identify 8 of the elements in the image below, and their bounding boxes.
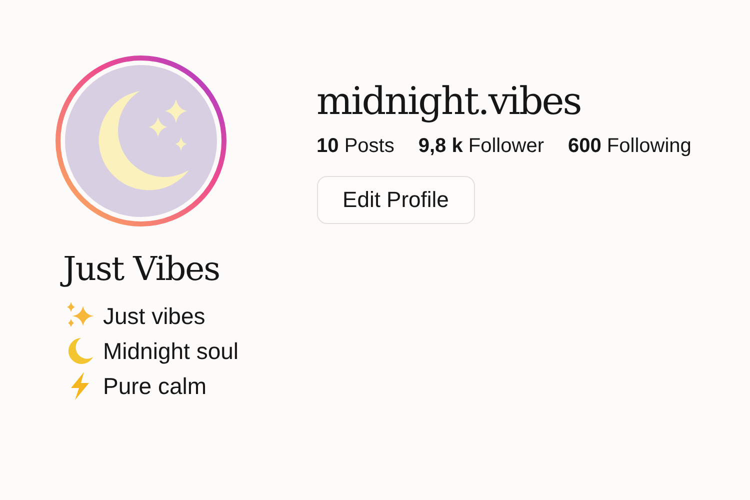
edit-profile-button[interactable]: Edit Profile <box>316 176 475 224</box>
bio-line: Pure calm <box>103 372 207 400</box>
bio-line: Just vibes <box>103 302 206 330</box>
bio-line: Midnight soul <box>103 338 239 364</box>
stat-count: 600 Following <box>568 135 692 158</box>
stat-count: 9,8 k Follower <box>418 135 544 158</box>
username: midnight.vibes <box>316 79 582 123</box>
stat-count: 10 Posts <box>316 135 394 158</box>
